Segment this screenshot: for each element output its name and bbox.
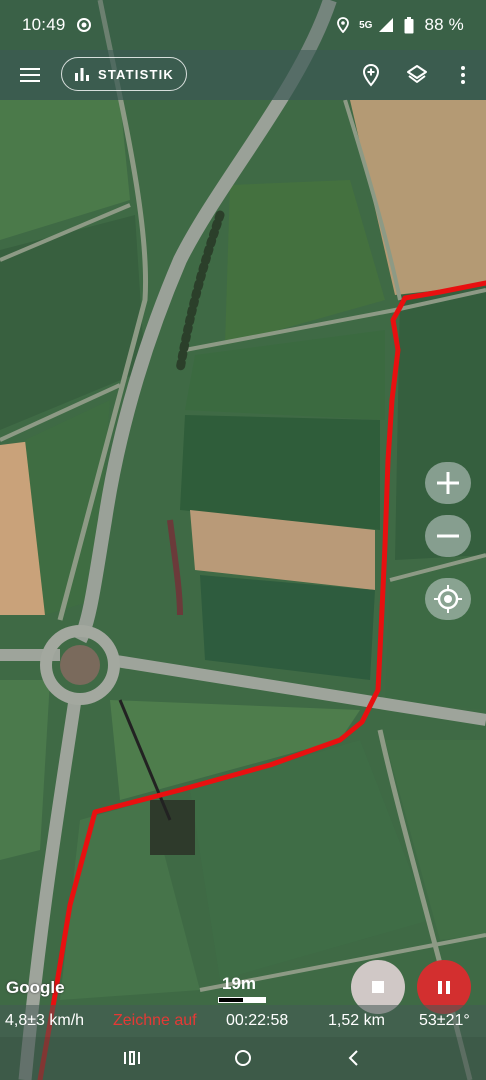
map-scale: 19m — [218, 974, 268, 1004]
scale-label: 19m — [222, 974, 257, 993]
layers-icon[interactable] — [405, 63, 429, 87]
distance-value: 1,52 km — [328, 1012, 385, 1029]
minus-icon — [437, 534, 459, 538]
back-icon[interactable] — [345, 1049, 363, 1067]
menu-icon[interactable] — [18, 63, 42, 87]
location-icon — [337, 17, 349, 33]
battery-icon — [404, 16, 414, 33]
record-icon — [76, 18, 91, 32]
recents-icon[interactable] — [123, 1049, 141, 1067]
heading-value: 53±21° — [419, 1012, 470, 1029]
speed-value: 4,8±3 km/h — [5, 1012, 85, 1029]
more-vert-icon[interactable] — [451, 63, 475, 87]
pause-icon — [438, 980, 442, 994]
signal-icon — [379, 18, 394, 32]
zoom-in-button[interactable] — [425, 462, 471, 504]
track-stats-bar[interactable]: 4,8±3 km/h Zeichne auf 00:22:58 1,52 km … — [0, 1005, 486, 1037]
app-bar: STATISTIK — [0, 50, 486, 100]
duration-value: 00:22:58 — [226, 1012, 289, 1029]
bar-chart-icon — [74, 68, 89, 81]
plus-icon — [437, 472, 459, 494]
my-location-icon — [434, 585, 462, 613]
statistics-label: STATISTIK — [97, 66, 175, 82]
stop-icon — [372, 981, 384, 993]
my-location-button[interactable] — [425, 578, 471, 620]
battery-level: 88 % — [424, 15, 464, 34]
zoom-out-button[interactable] — [425, 515, 471, 557]
scale-bar — [218, 997, 266, 1003]
statistics-button[interactable]: STATISTIK — [61, 57, 187, 91]
recording-status: Zeichne auf — [113, 1012, 197, 1029]
system-nav-bar — [0, 1037, 486, 1080]
google-attribution: Google — [6, 978, 65, 997]
status-time: 10:49 — [22, 15, 66, 34]
home-icon[interactable] — [234, 1049, 252, 1067]
network-type: 5G — [359, 19, 373, 31]
status-bar: 10:49 5G 88 % — [0, 0, 486, 50]
add-location-icon[interactable] — [359, 63, 383, 87]
map-view[interactable] — [0, 0, 486, 1080]
